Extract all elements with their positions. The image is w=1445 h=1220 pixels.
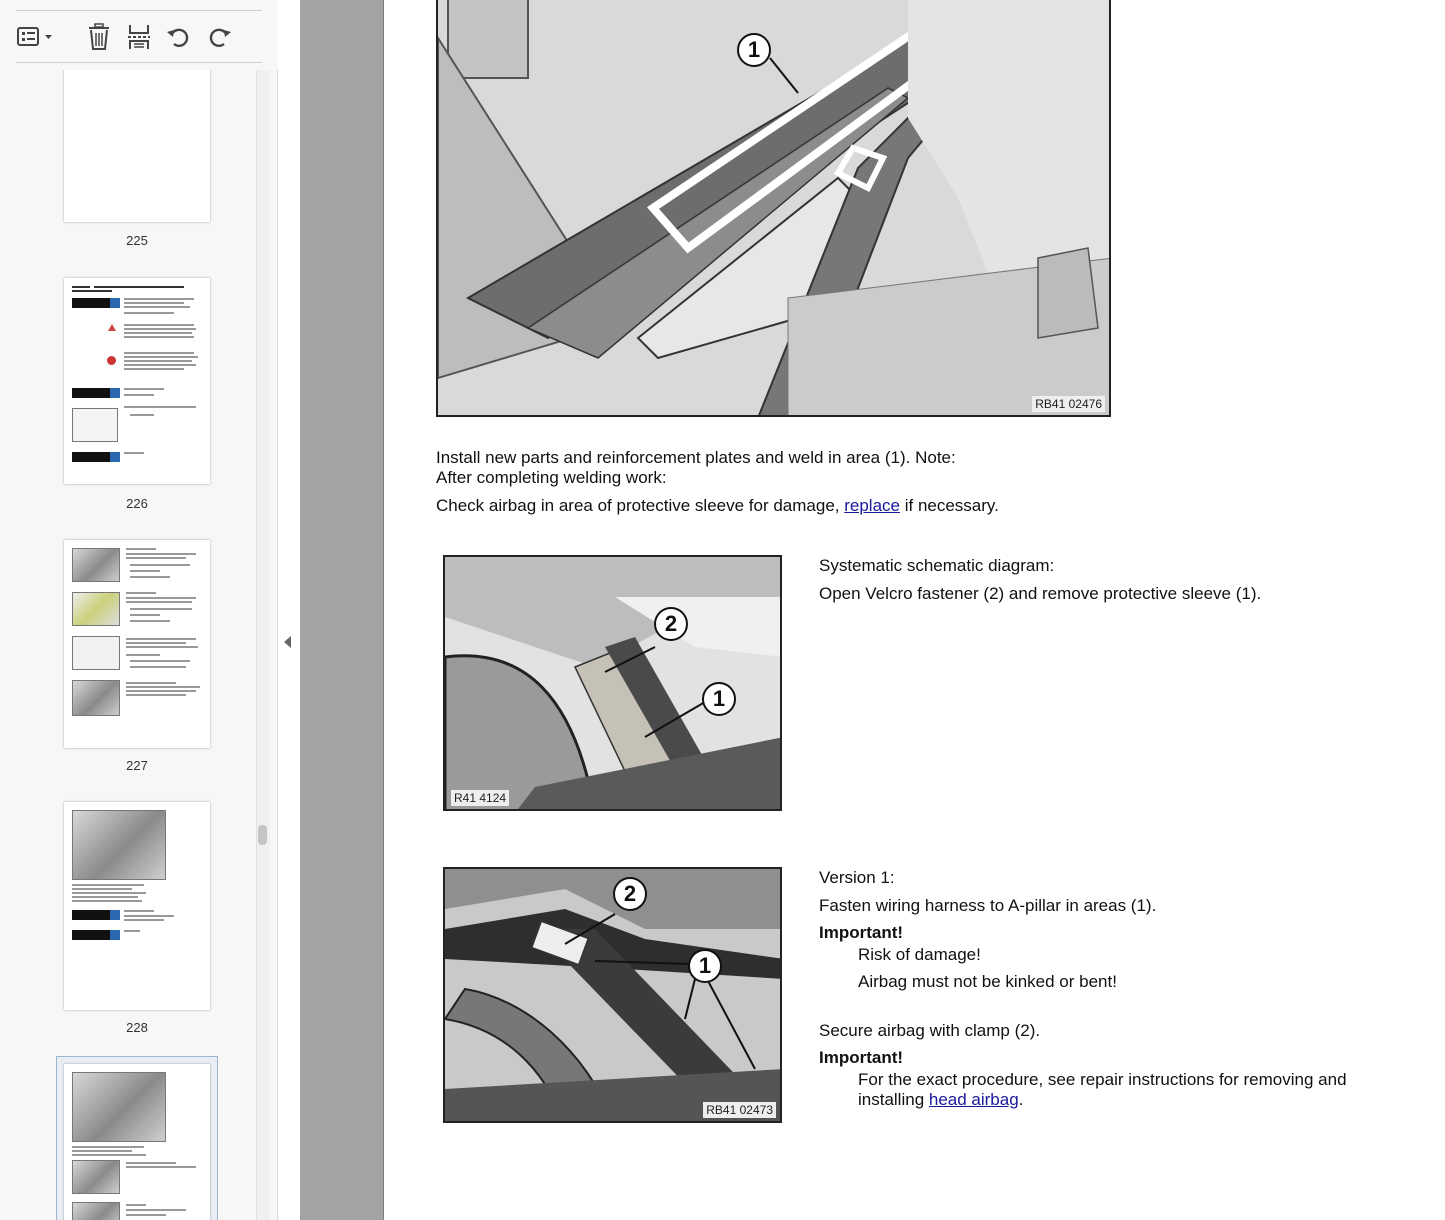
figure-code: RB41 02476 — [1032, 396, 1105, 412]
instruction-text: Fasten wiring harness to A-pillar in are… — [819, 896, 1157, 915]
callout-marker: 2 — [613, 877, 647, 911]
version-label: Version 1: — [819, 868, 895, 887]
instruction-text-part: if necessary. — [900, 496, 999, 515]
thumbnail-scrollbar-thumb[interactable] — [258, 825, 267, 845]
velcro-sleeve-illustration — [445, 557, 780, 809]
replace-link[interactable]: replace — [844, 496, 900, 515]
page-number-label: 227 — [126, 758, 148, 773]
page-number-label: 226 — [126, 496, 148, 511]
page-thumbnail[interactable] — [64, 540, 210, 748]
page-thumbnail-current[interactable] — [64, 1064, 210, 1220]
collapse-sidebar-icon[interactable] — [284, 636, 291, 648]
page-number-label: 228 — [126, 1020, 148, 1035]
instruction-text: Check airbag in area of protective sleev… — [436, 496, 999, 516]
callout-marker: 1 — [702, 682, 736, 716]
callout-marker: 2 — [654, 607, 688, 641]
page-view-menu-button[interactable] — [16, 22, 58, 52]
instruction-text: Install new parts and reinforcement plat… — [436, 448, 956, 467]
warning-text: Risk of damage! — [858, 945, 981, 964]
instruction-text: Secure airbag with clamp (2). — [819, 1021, 1041, 1040]
extract-page-button[interactable] — [124, 22, 154, 52]
callout-marker: 1 — [737, 33, 771, 67]
protective-sleeve-diagram: 2 1 R41 4124 — [443, 555, 782, 811]
document-page: 1 RB41 02476 Install new parts and reinf… — [385, 0, 1445, 1220]
page-thumbnail[interactable] — [64, 802, 210, 1010]
document-gutter — [300, 0, 384, 1220]
thumbnail-scrollbar-track[interactable] — [256, 70, 270, 1220]
callout-marker: 1 — [688, 949, 722, 983]
thumbnail-list: 225 226 227 228 — [0, 70, 256, 1220]
important-heading: Important! — [819, 923, 904, 942]
figure-code: R41 4124 — [451, 790, 510, 806]
note-text-part: installing — [858, 1090, 929, 1109]
page-thumbnail[interactable] — [64, 278, 210, 484]
toolbar-divider — [16, 62, 262, 63]
instruction-text: Open Velcro fastener (2) and remove prot… — [819, 584, 1262, 603]
thumbnail-sidebar: 225 226 227 228 — [0, 0, 278, 1220]
note-text: For the exact procedure, see repair inst… — [858, 1070, 1347, 1089]
list-view-icon — [17, 27, 52, 46]
toolbar-divider — [16, 10, 262, 11]
rotate-clockwise-icon — [209, 28, 231, 47]
sidebar-toolbar — [0, 0, 278, 70]
extract-pages-icon — [128, 25, 150, 49]
figure-code: RB41 02473 — [703, 1102, 776, 1118]
page-number-label: 225 — [126, 233, 148, 248]
rotate-counterclockwise-icon — [167, 28, 189, 47]
a-pillar-illustration — [438, 0, 1109, 415]
head-airbag-link[interactable]: head airbag — [929, 1090, 1019, 1109]
undo-button[interactable] — [164, 22, 194, 52]
wiring-harness-diagram: 2 1 RB41 02473 — [443, 867, 782, 1123]
trash-icon — [89, 23, 109, 50]
airbag-clamp-illustration — [445, 869, 780, 1121]
delete-page-button[interactable] — [84, 22, 114, 52]
a-pillar-weld-diagram: 1 RB41 02476 — [436, 0, 1111, 417]
note-text-part: . — [1018, 1090, 1024, 1109]
instruction-text: After completing welding work: — [436, 468, 667, 487]
note-text: installing head airbag. — [858, 1090, 1023, 1110]
diagram-heading: Systematic schematic diagram: — [819, 556, 1055, 575]
redo-button[interactable] — [204, 22, 234, 52]
instruction-text-part: Check airbag in area of protective sleev… — [436, 496, 845, 515]
page-thumbnail[interactable] — [64, 70, 210, 222]
important-heading: Important! — [819, 1048, 904, 1067]
warning-text: Airbag must not be kinked or bent! — [858, 972, 1117, 991]
